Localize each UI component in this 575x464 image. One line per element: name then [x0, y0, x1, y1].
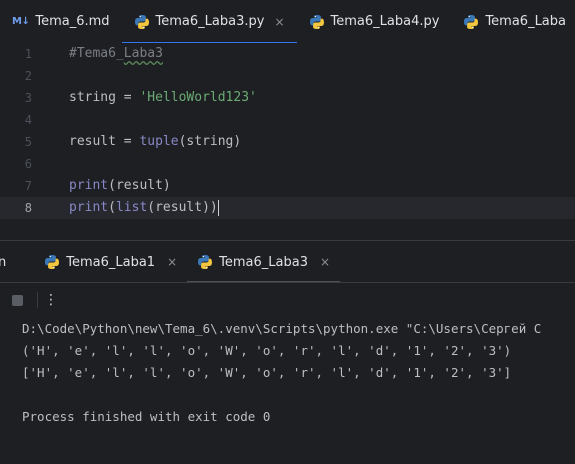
python-file-icon: [463, 14, 479, 30]
code-token: result =: [69, 134, 140, 149]
console-line: ('H', 'e', 'l', 'l', 'o', 'W', 'o', 'r',…: [22, 343, 512, 358]
comment-content: #Tema6_Laba3: [69, 46, 163, 61]
stop-icon[interactable]: [12, 294, 23, 306]
console-output[interactable]: D:\Code\Python\new\Tema_6\.venv\Scripts\…: [22, 318, 575, 464]
code-editor[interactable]: 1 #Tema6_Laba3 2 3 string = 'HelloWorld1…: [0, 43, 575, 239]
code-text: result = tuple(string): [69, 131, 241, 153]
tab-label: Tema6_Laba3.py: [155, 14, 265, 29]
line-number: 2: [24, 69, 32, 83]
tab-tema6-laba4[interactable]: Tema6_Laba4.py: [297, 0, 452, 43]
string-literal: 'HelloWorld123': [139, 90, 257, 105]
run-tool-window-tabs: n Tema6_Laba1 × Tema6_Laba3 ×: [0, 240, 575, 283]
tab-tema6-laba-partial[interactable]: Tema6_Laba: [451, 0, 575, 43]
code-line: 5 result = tuple(string): [0, 131, 575, 153]
code-token: (string): [178, 134, 242, 149]
code-token: (result): [108, 178, 171, 193]
tab-label: Tema6_Laba: [485, 14, 566, 29]
toolbar-divider: [37, 292, 38, 308]
text-caret: [217, 199, 219, 216]
line-number: 5: [24, 135, 32, 149]
more-options-icon[interactable]: ⋮: [44, 293, 58, 307]
python-run-icon: [44, 254, 60, 270]
line-number: 6: [24, 157, 32, 171]
code-line: 6: [0, 153, 575, 175]
python-file-icon: [134, 14, 150, 30]
line-number: 8: [24, 201, 32, 215]
editor-tab-bar: M↓ Tema_6.md Tema6_Laba3.py × Tema6_Laba…: [0, 0, 575, 44]
tab-tema6-laba3[interactable]: Tema6_Laba3.py ×: [121, 0, 297, 43]
run-tab-label: Tema6_Laba1: [66, 254, 156, 270]
python-file-icon: [309, 14, 325, 30]
code-line: 1 #Tema6_Laba3: [0, 43, 575, 65]
tab-tema6-md[interactable]: M↓ Tema_6.md: [0, 0, 122, 43]
console-line: ['H', 'e', 'l', 'l', 'o', 'W', 'o', 'r',…: [22, 365, 512, 380]
tab-label: Tema_6.md: [35, 14, 110, 29]
run-title-text: n: [0, 255, 6, 270]
code-token: (: [108, 200, 116, 215]
code-line: 4: [0, 109, 575, 131]
markdown-icon: M↓: [12, 16, 30, 27]
line-number: 7: [24, 179, 32, 193]
close-icon[interactable]: ×: [167, 255, 177, 269]
code-text: print(result): [69, 175, 171, 197]
code-token: string =: [69, 90, 140, 105]
run-tab-tema6-laba1[interactable]: Tema6_Laba1 ×: [34, 241, 187, 283]
console-line: D:\Code\Python\new\Tema_6\.venv\Scripts\…: [22, 321, 542, 336]
line-number: 1: [24, 47, 32, 61]
close-icon[interactable]: ×: [320, 255, 330, 269]
line-number: 3: [24, 91, 32, 105]
code-token: (result)): [147, 200, 218, 215]
run-toolbar: ⋮: [0, 282, 575, 317]
comment-text: #Tema6_Laba3: [69, 43, 163, 65]
run-tool-window-title: n: [0, 241, 20, 283]
console-line: Process finished with exit code 0: [22, 409, 271, 424]
line-number: 4: [24, 113, 32, 127]
spelling-squiggle: Laba3: [123, 46, 163, 61]
current-code-line: 8 print(list(result)): [0, 197, 575, 219]
close-icon[interactable]: ×: [274, 15, 284, 29]
builtin-function: print: [69, 178, 109, 193]
tab-label: Tema6_Laba4.py: [330, 14, 440, 29]
code-text: string = 'HelloWorld123': [69, 87, 257, 109]
run-tab-label: Tema6_Laba3: [219, 254, 308, 270]
code-line: 7 print(result): [0, 175, 575, 197]
builtin-function: tuple: [139, 134, 179, 149]
builtin-function: print: [69, 200, 109, 215]
python-run-icon: [197, 254, 213, 270]
code-text: print(list(result)): [69, 197, 219, 219]
run-tab-tema6-laba3[interactable]: Tema6_Laba3 ×: [187, 241, 340, 283]
builtin-function: list: [115, 200, 148, 215]
code-line: 3 string = 'HelloWorld123': [0, 87, 575, 109]
code-line: 2: [0, 65, 575, 87]
